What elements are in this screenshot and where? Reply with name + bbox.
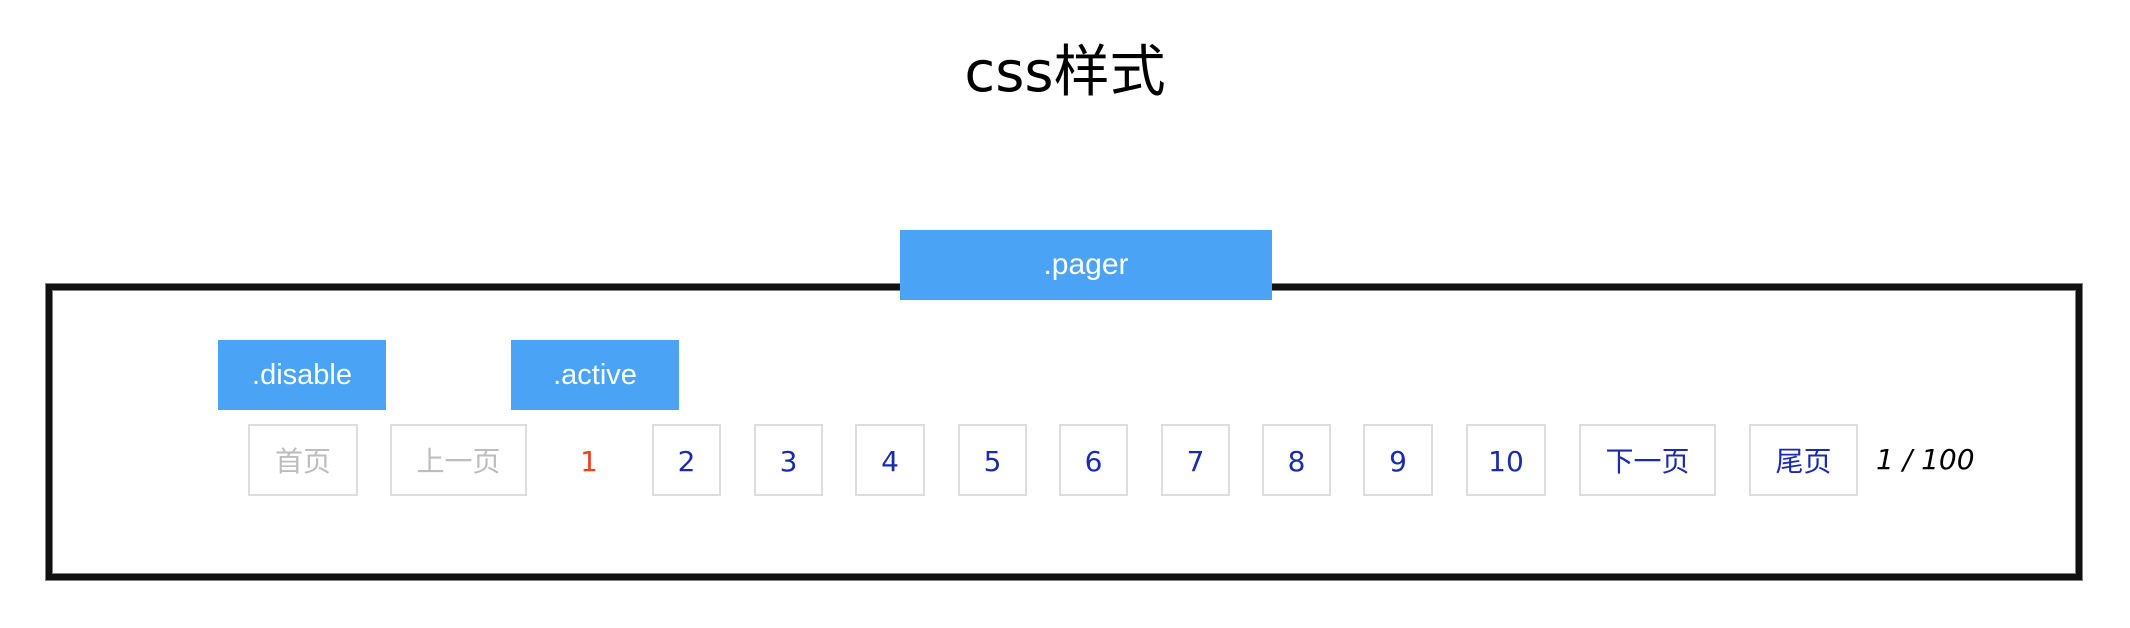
last-page-button[interactable]: 尾页: [1749, 424, 1858, 496]
page-2-button[interactable]: 2: [652, 424, 721, 496]
page-5-button[interactable]: 5: [958, 424, 1027, 496]
page-9-button[interactable]: 9: [1363, 424, 1433, 496]
pager-class-label: .pager: [902, 232, 1270, 298]
page-title: css样式: [964, 40, 1166, 105]
page-4-button[interactable]: 4: [855, 424, 925, 496]
page-indicator: 1 / 100: [1876, 424, 1975, 496]
next-page-button[interactable]: 下一页: [1579, 424, 1716, 496]
page-10-button[interactable]: 10: [1466, 424, 1546, 496]
prev-page-button: 上一页: [390, 424, 527, 496]
page-1-active: 1: [556, 424, 622, 496]
disable-class-label: .disable: [220, 342, 384, 408]
page-8-button[interactable]: 8: [1262, 424, 1331, 496]
page-3-button[interactable]: 3: [754, 424, 823, 496]
active-class-label: .active: [513, 342, 677, 408]
first-page-button: 首页: [248, 424, 358, 496]
total-pages-number: 100: [1921, 443, 1975, 476]
current-page-number: 1: [1876, 443, 1894, 476]
page-separator: /: [1902, 443, 1913, 476]
page-6-button[interactable]: 6: [1059, 424, 1128, 496]
page-7-button[interactable]: 7: [1161, 424, 1230, 496]
